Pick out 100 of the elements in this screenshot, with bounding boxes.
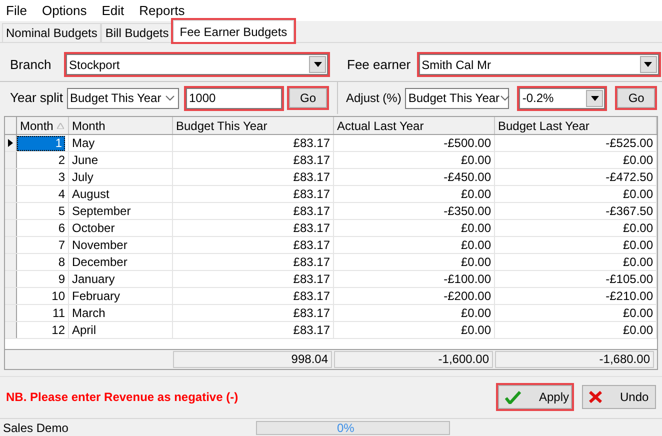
table-cell: -£525.00: [495, 135, 657, 152]
dropdown-field[interactable]: -0.2%: [519, 88, 606, 109]
table-cell[interactable]: 1: [17, 136, 65, 151]
menu-item[interactable]: File: [6, 0, 27, 20]
table-cell: £83.17: [173, 186, 334, 202]
table-cell: December: [69, 254, 173, 270]
table-cell: £0.00: [334, 152, 495, 168]
table-cell: £83.17: [173, 135, 334, 152]
table-cell: March: [69, 305, 173, 322]
table-cell: 8: [17, 254, 69, 270]
table-cell: -£500.00: [334, 135, 495, 152]
status-text: Sales Demo: [2, 420, 70, 436]
table-cell: £0.00: [495, 220, 657, 236]
table-cell: -£350.00: [334, 203, 495, 220]
menu-item[interactable]: Reports: [139, 0, 185, 20]
dropdown-arrow-icon[interactable]: [590, 96, 599, 101]
table-cell: £0.00: [495, 305, 657, 322]
table-cell: £83.17: [173, 254, 334, 270]
dropdown-field[interactable]: Budget This Year: [405, 88, 510, 109]
field-label: Adjust (%): [346, 90, 402, 108]
tab[interactable]: Fee Earner Budgets: [172, 20, 294, 42]
dropdown-field[interactable]: Budget This Year: [67, 88, 179, 109]
table-cell: £83.17: [173, 237, 334, 254]
field-label: Fee earner: [347, 56, 411, 74]
table-cell: June: [69, 152, 173, 168]
progress-label: 0%: [337, 420, 354, 436]
table-cell: 3: [17, 169, 69, 186]
table-cell: February: [69, 288, 173, 304]
apply-button[interactable]: Apply: [498, 385, 572, 410]
column-header[interactable]: Budget Last Year: [495, 117, 657, 134]
dropdown-arrow-icon[interactable]: [314, 62, 322, 68]
table-cell: £83.17: [173, 152, 334, 168]
table-cell: 4: [17, 186, 69, 202]
row-selector[interactable]: [5, 135, 17, 152]
table-cell: May: [69, 135, 173, 152]
table-cell: £0.00: [495, 237, 657, 254]
table-cell: £83.17: [173, 220, 334, 236]
table-cell: 12: [17, 322, 69, 338]
total-cell: -1,600.00: [334, 350, 493, 368]
table-cell: £83.17: [173, 169, 334, 186]
table-cell: -£100.00: [334, 271, 495, 288]
table-cell: 9: [17, 271, 69, 288]
table-cell: 10: [17, 288, 69, 304]
table-cell: £83.17: [173, 305, 334, 322]
table-cell: -£472.50: [495, 169, 657, 186]
table-cell: 11: [17, 305, 69, 322]
go-button[interactable]: Go: [617, 88, 656, 108]
table-cell: -£210.00: [495, 288, 657, 304]
table-cell: -£367.50: [495, 203, 657, 220]
dropdown-field[interactable]: Smith Cal Mr: [418, 54, 659, 76]
row-pointer-icon: [8, 139, 13, 148]
table-cell: £0.00: [334, 305, 495, 322]
table-cell: £0.00: [495, 254, 657, 270]
table-cell: 5: [17, 203, 69, 220]
table-cell: £0.00: [495, 186, 657, 202]
undo-button[interactable]: Undo: [582, 385, 656, 410]
table-cell: April: [69, 322, 173, 338]
table-cell: 2: [17, 152, 69, 168]
dropdown-arrow-icon[interactable]: [644, 62, 652, 68]
table-cell: 7: [17, 237, 69, 254]
table-cell: £83.17: [173, 271, 334, 288]
table-cell: £0.00: [334, 322, 495, 338]
table-cell: July: [69, 169, 173, 186]
table-cell: £0.00: [334, 237, 495, 254]
cross-icon: [589, 391, 602, 404]
table-cell: £83.17: [173, 288, 334, 304]
warning-note: NB. Please enter Revenue as negative (-): [6, 389, 240, 406]
go-button[interactable]: Go: [289, 88, 327, 108]
table-cell: January: [69, 271, 173, 288]
column-header[interactable]: Month: [17, 117, 69, 134]
table-cell: -£105.00: [495, 271, 657, 288]
table-cell: -£450.00: [334, 169, 495, 186]
table-cell: £0.00: [334, 254, 495, 270]
chevron-icon[interactable]: [164, 95, 175, 102]
menu-item[interactable]: Options: [42, 0, 87, 20]
dropdown-field[interactable]: Stockport: [66, 54, 328, 76]
column-header[interactable]: Actual Last Year: [334, 117, 495, 134]
menu-item[interactable]: Edit: [102, 0, 124, 20]
table-cell: August: [69, 186, 173, 202]
table-cell: £83.17: [173, 322, 334, 338]
table-cell: -£200.00: [334, 288, 495, 304]
sort-arrow-icon: [57, 122, 64, 129]
column-header[interactable]: Budget This Year: [173, 117, 334, 134]
checkmark-icon: [505, 390, 521, 404]
column-header[interactable]: Month: [69, 117, 173, 134]
table-cell: £83.17: [173, 203, 334, 220]
field-label: Branch: [10, 56, 52, 74]
chevron-icon[interactable]: [500, 95, 510, 102]
table-cell: £0.00: [334, 186, 495, 202]
total-cell: -1,680.00: [495, 350, 654, 368]
table-cell: October: [69, 220, 173, 236]
table-cell: £0.00: [334, 220, 495, 236]
total-cell: 998.04: [173, 350, 332, 368]
amount-field[interactable]: 1000: [186, 88, 282, 109]
table-cell: 6: [17, 220, 69, 236]
tab[interactable]: Nominal Budgets: [2, 23, 102, 42]
tab[interactable]: Bill Budgets: [101, 23, 173, 42]
table-cell: November: [69, 237, 173, 254]
table-cell: £0.00: [495, 152, 657, 168]
table-cell: £0.00: [495, 322, 657, 338]
